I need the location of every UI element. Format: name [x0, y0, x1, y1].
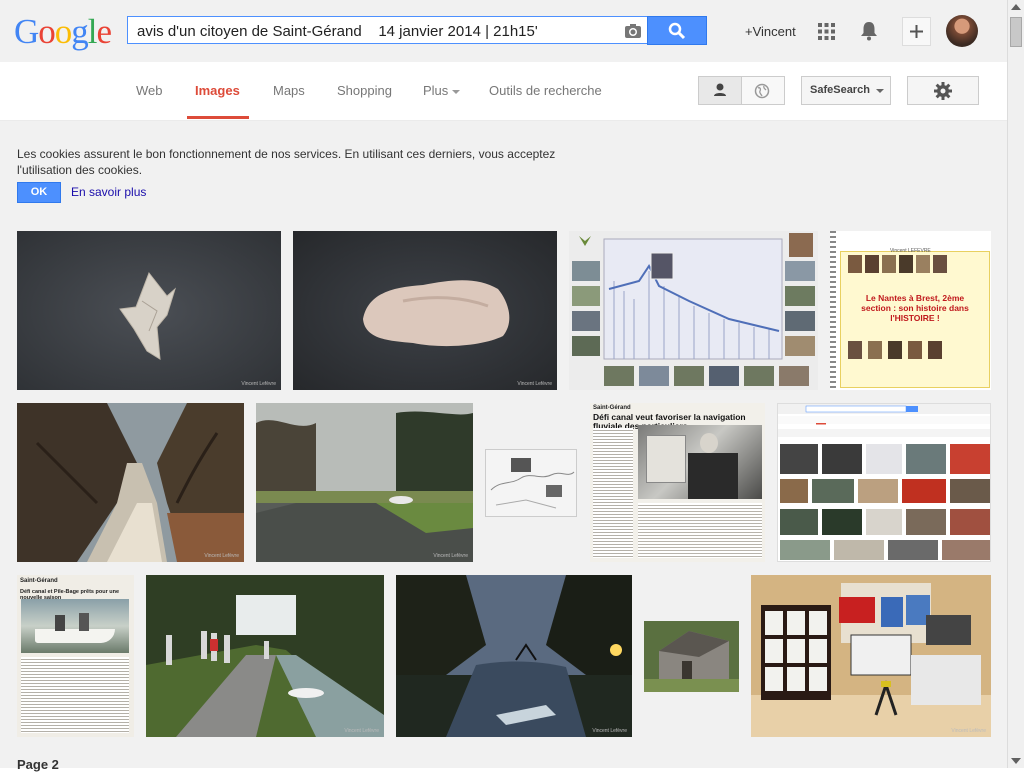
search-button[interactable]	[647, 16, 707, 45]
tab-web[interactable]: Web	[136, 83, 163, 98]
personal-results-button[interactable]	[699, 77, 742, 104]
cookie-ok-button[interactable]: OK	[17, 182, 61, 203]
scroll-up-icon[interactable]	[1011, 4, 1021, 10]
safesearch-label: SafeSearch	[810, 84, 870, 96]
flint-image	[363, 280, 510, 347]
avatar[interactable]	[946, 15, 978, 47]
canal-trees-image	[17, 403, 244, 562]
canal-chart-image	[569, 231, 818, 390]
stone-cottage-image	[644, 621, 739, 692]
watermark: Vincent Lefèvre	[433, 553, 468, 559]
canal-map-image	[490, 458, 575, 509]
poster-author: Vincent LEFEVRE	[890, 248, 931, 254]
watermark: Vincent Lefèvre	[517, 381, 552, 387]
results-view-toggle	[698, 76, 785, 105]
arrowhead-image	[119, 271, 176, 360]
tab-images[interactable]: Images	[195, 83, 240, 98]
news-photo	[638, 425, 762, 499]
user-profile-link[interactable]: +Vincent	[745, 24, 796, 39]
image-result-towpath[interactable]: Vincent Lefèvre	[146, 575, 384, 737]
globe-icon[interactable]	[754, 83, 770, 99]
canal-boat-image	[256, 403, 473, 562]
notifications-bell-icon[interactable]	[860, 21, 878, 41]
scrollbar-thumb[interactable]	[1010, 17, 1022, 47]
tab-shopping[interactable]: Shopping	[337, 83, 392, 98]
image-result-arrowhead[interactable]: Vincent Lefèvre	[17, 231, 281, 390]
tab-search-tools[interactable]: Outils de recherche	[489, 83, 602, 98]
canal-sunset-image	[396, 575, 632, 737]
scroll-down-icon[interactable]	[1011, 758, 1021, 764]
tab-more[interactable]: Plus	[423, 83, 461, 98]
search-screenshot-image	[778, 404, 990, 560]
search-box	[127, 16, 648, 44]
page-label: Page 2	[17, 757, 59, 772]
poster-portraits-top	[848, 255, 947, 278]
towpath-image	[146, 575, 384, 737]
news-body-text	[638, 503, 762, 558]
news-town: Saint-Gérand	[593, 405, 631, 411]
cookie-notice: Les cookies assurent le bon fonctionneme…	[17, 147, 556, 177]
watermark: Vincent Lefèvre	[592, 728, 627, 734]
image-result-newspaper-boat[interactable]: Saint-Gérand Défi canal et Pile-Bage prê…	[17, 575, 134, 737]
gear-icon	[934, 82, 952, 100]
search-nav-bar: Web Images Maps Shopping Plus Outils de …	[0, 62, 1007, 121]
apps-grid-icon[interactable]	[818, 23, 835, 40]
settings-button[interactable]	[907, 76, 979, 105]
plus-icon	[910, 25, 923, 38]
image-result-canal-chart[interactable]	[569, 231, 818, 390]
learn-more-link[interactable]: En savoir plus	[71, 185, 146, 199]
news2-town: Saint-Gérand	[20, 578, 58, 584]
exhibition-image	[751, 575, 991, 737]
poster-title: Le Nantes à Brest, 2ème section : son hi…	[861, 293, 969, 323]
tab-more-label: Plus	[423, 83, 449, 98]
image-result-newspaper[interactable]: Saint-Gérand Défi canal veut favoriser l…	[590, 403, 765, 562]
image-result-flint[interactable]: Vincent Lefèvre	[293, 231, 557, 390]
chevron-down-icon	[876, 89, 884, 93]
camera-icon[interactable]	[624, 23, 642, 39]
poster-portraits-bottom	[848, 341, 942, 364]
active-tab-indicator	[187, 116, 249, 119]
image-result-canal-trees[interactable]: Vincent Lefèvre	[17, 403, 244, 562]
watermark: Vincent Lefèvre	[204, 553, 239, 559]
news-column-text	[593, 428, 633, 558]
news2-photo	[21, 599, 129, 653]
search-input[interactable]	[137, 22, 607, 40]
image-result-stone-cottage[interactable]	[644, 621, 739, 692]
person-icon	[714, 83, 726, 96]
image-result-history-poster[interactable]: Vincent LEFEVRE Le Nantes à Brest, 2ème …	[830, 231, 991, 390]
magnifier-icon	[668, 22, 686, 40]
google-logo[interactable]: Google	[14, 12, 112, 52]
chevron-down-icon	[452, 89, 461, 94]
image-result-search-screenshot[interactable]	[777, 403, 991, 562]
watermark: Vincent Lefèvre	[951, 728, 986, 734]
image-result-canal-sunset[interactable]: Vincent Lefèvre	[396, 575, 632, 737]
vertical-scrollbar[interactable]	[1007, 0, 1024, 768]
image-result-exhibition[interactable]: Vincent Lefèvre	[751, 575, 991, 737]
image-result-canal-boat[interactable]: Vincent Lefèvre	[256, 403, 473, 562]
spiral-binding	[830, 231, 836, 390]
tab-maps[interactable]: Maps	[273, 83, 305, 98]
results-area: Les cookies assurent le bon fonctionneme…	[0, 121, 1007, 772]
watermark: Vincent Lefèvre	[241, 381, 276, 387]
image-result-canal-map[interactable]	[485, 449, 577, 517]
share-plus-button[interactable]	[902, 17, 931, 46]
top-bar: Google +Vincent	[0, 0, 1007, 63]
safesearch-button[interactable]: SafeSearch	[801, 76, 891, 105]
news2-body	[21, 657, 129, 733]
watermark: Vincent Lefèvre	[344, 728, 379, 734]
